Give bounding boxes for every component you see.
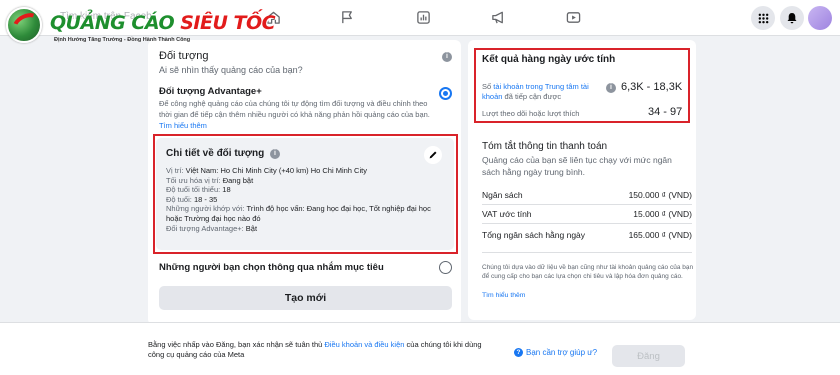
likes-label: Lượt theo dõi hoặc lượt thích <box>482 109 580 118</box>
advantage-audience-radio[interactable] <box>439 87 452 100</box>
reach-label: Số tài khoản trong Trung tâm tài khoản đ… <box>482 82 589 101</box>
avatar[interactable] <box>808 6 832 30</box>
summary-panel: Kết quả hàng ngày ước tính Số tài khoản … <box>468 40 696 320</box>
megaphone-icon[interactable] <box>490 9 506 25</box>
divider <box>482 204 692 205</box>
learn-more-link[interactable]: Tìm hiểu thêm <box>159 121 207 130</box>
footer-bar: Bằng việc nhấp vào Đăng, bạn xác nhận sẽ… <box>0 322 840 375</box>
section-title: Đối tượng <box>159 50 209 62</box>
vat-row: VAT ước tính 15.000 ₫ (VND) <box>482 209 692 219</box>
terms-text: Bằng việc nhấp vào Đăng, bạn xác nhận sẽ… <box>148 340 482 359</box>
reach-value: 6,3K - 18,3K <box>621 81 683 93</box>
menu-grid-icon[interactable] <box>751 6 775 30</box>
publish-button[interactable]: Đăng <box>612 345 685 367</box>
divider <box>482 252 692 253</box>
create-new-button[interactable]: Tạo mới <box>159 286 452 310</box>
help-link[interactable]: ? Bạn cần trợ giúp ư? <box>514 348 597 357</box>
logo-tagline: Định Hướng Tăng Trưởng - Đồng Hành Thành… <box>54 37 191 43</box>
info-icon[interactable]: i <box>606 83 616 93</box>
daily-results-title: Kết quả hàng ngày ước tính <box>482 54 616 65</box>
logo-text: QUẢNG CÁO SIÊU TỐC <box>50 12 276 34</box>
bell-icon[interactable] <box>780 6 804 30</box>
advantage-audience-desc: Để công nghệ quảng cáo của chúng tôi tự … <box>159 99 430 119</box>
video-icon[interactable] <box>565 9 581 25</box>
divider <box>482 223 692 224</box>
highlight-frame <box>153 134 458 254</box>
info-icon[interactable]: i <box>442 52 452 62</box>
advantage-audience-title: Đối tượng Advantage+ <box>159 86 262 97</box>
custom-audience-option: Những người bạn chọn thông qua nhắm mục … <box>159 262 384 273</box>
billing-note: Chúng tôi dựa vào dữ liệu về bạn cũng nh… <box>482 264 694 280</box>
total-row: Tổng ngân sách hằng ngày 165.000 ₫ (VND) <box>482 230 692 240</box>
payment-summary-desc: Quảng cáo của bạn sẽ liên tục chạy với m… <box>482 155 672 177</box>
help-icon: ? <box>514 348 523 357</box>
budget-row: Ngân sách 150.000 ₫ (VND) <box>482 190 692 200</box>
brand-logo: QUẢNG CÁO SIÊU TỐC Định Hướng Tăng Trưởn… <box>6 4 276 50</box>
chart-icon[interactable] <box>415 9 431 25</box>
payment-summary-title: Tóm tắt thông tin thanh toán <box>482 141 608 152</box>
flag-icon[interactable] <box>339 9 355 25</box>
audience-panel: Đối tượng i Ai sẽ nhìn thấy quảng cáo củ… <box>148 40 461 325</box>
likes-value: 34 - 97 <box>648 106 683 118</box>
learn-more-link[interactable]: Tìm hiểu thêm <box>482 292 525 299</box>
section-subtitle: Ai sẽ nhìn thấy quảng cáo của bạn? <box>159 65 303 75</box>
custom-audience-radio[interactable] <box>439 261 452 274</box>
